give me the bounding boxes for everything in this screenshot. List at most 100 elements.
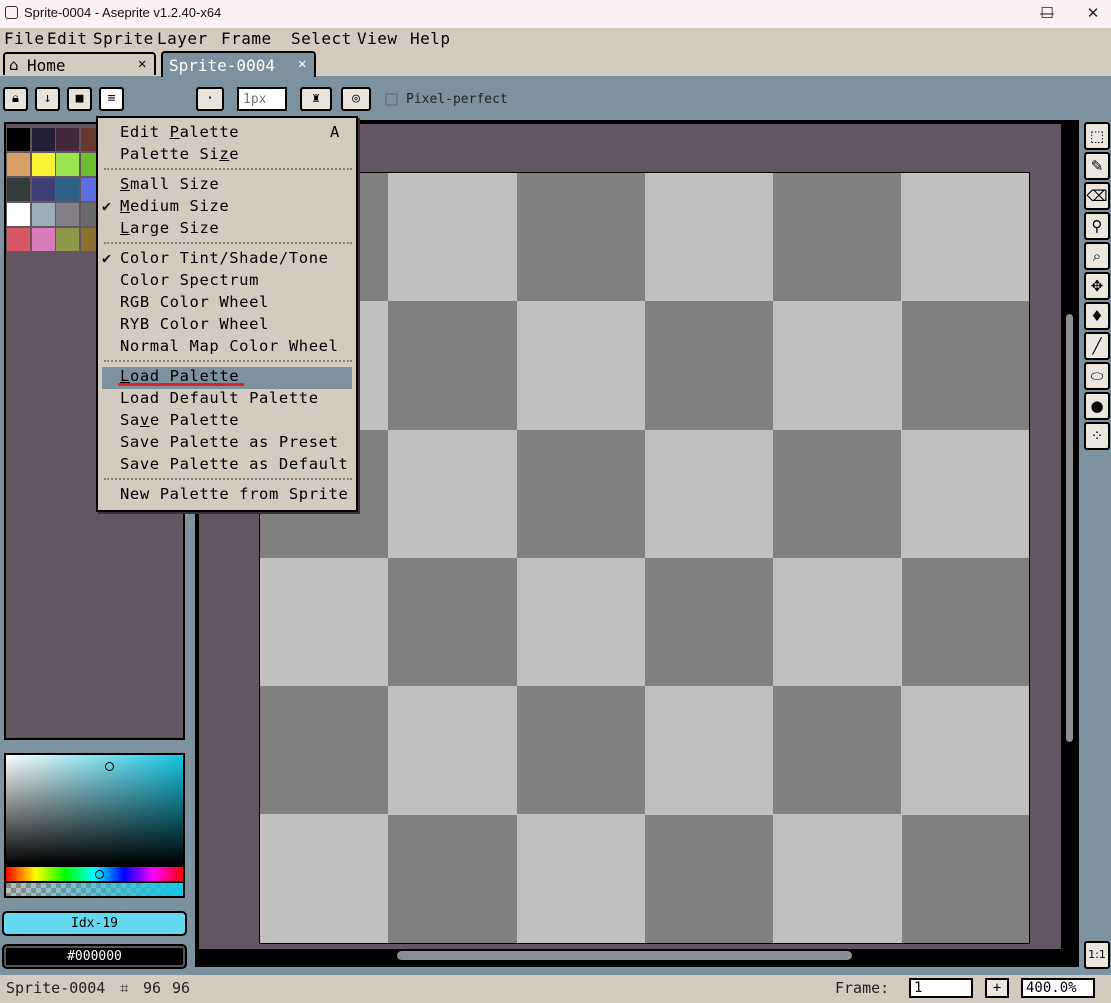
ellipse-tool-button[interactable]: ⬭ [1084, 362, 1110, 390]
spray-icon: ⁘ [1090, 427, 1104, 445]
frame-label: Frame: [835, 979, 890, 997]
close-button[interactable]: ✕ [1070, 0, 1111, 28]
menu-item-save-palette-as-preset[interactable]: Save Palette as Preset [120, 433, 339, 451]
contour-tool-button[interactable]: ● [1084, 392, 1110, 420]
pencil-tool-button[interactable]: ✎ [1084, 152, 1110, 180]
menu-item-load-default-palette[interactable]: Load Default Palette [120, 389, 319, 407]
tab-home[interactable]: ⌂ Home ✕ [3, 52, 156, 75]
alpha-slider[interactable] [4, 883, 185, 898]
menu-separator [104, 168, 352, 170]
palette-swatch[interactable] [31, 178, 55, 201]
palette-swatch[interactable] [7, 178, 30, 201]
palette-swatch[interactable] [7, 228, 30, 251]
tab-sprite-close-icon[interactable]: ✕ [298, 56, 306, 72]
eyedropper-tool-button[interactable]: ⚲ [1084, 212, 1110, 240]
marquee-tool-button[interactable]: ⬚ [1084, 122, 1110, 150]
zoom-reset-button[interactable]: 1:1 [1084, 941, 1110, 969]
menu-separator [104, 242, 352, 244]
palette-swatch[interactable] [56, 153, 79, 176]
menu-view[interactable]: View [357, 29, 398, 48]
zoom-tool-button[interactable]: ⌕ [1084, 242, 1110, 270]
menu-separator [104, 360, 352, 362]
add-frame-button[interactable]: + [985, 978, 1009, 998]
checker-cell [644, 814, 774, 943]
palette-swatch[interactable] [56, 228, 79, 251]
checker-cell [388, 557, 517, 687]
eraser-tool-button[interactable]: ⌫ [1084, 182, 1110, 210]
menu-item-edit-palette[interactable]: Edit Palette [120, 123, 239, 141]
menu-item-new-palette-from-sprite[interactable]: New Palette from Sprite [120, 485, 348, 503]
menu-file[interactable]: File [4, 29, 45, 48]
palette-swatch[interactable] [31, 203, 55, 226]
vertical-scrollbar[interactable] [1066, 314, 1073, 742]
menu-help[interactable]: Help [410, 29, 451, 48]
fill-tool-button[interactable]: ♦ [1084, 302, 1110, 330]
brush-size-input[interactable] [237, 87, 287, 111]
hue-slider[interactable] [4, 867, 185, 883]
palette-options-button[interactable]: ≡ [99, 87, 124, 111]
checkmark-icon: ✔ [102, 249, 112, 267]
menu-item-save-palette-as-default[interactable]: Save Palette as Default [120, 455, 348, 473]
line-tool-button[interactable]: ╱ [1084, 332, 1110, 360]
menu-select[interactable]: Select [291, 29, 352, 48]
sort-palette-button[interactable]: ↓ [35, 87, 60, 111]
menu-shortcut: A [330, 123, 340, 141]
contour-icon: ● [1090, 397, 1104, 415]
palette-swatch[interactable] [31, 128, 55, 151]
menu-item-palette-size[interactable]: Palette Size [120, 145, 239, 163]
ellipse-icon: ⬭ [1090, 367, 1104, 385]
menu-item-save-palette[interactable]: Save Palette [120, 411, 239, 429]
eraser-icon: ⌫ [1086, 187, 1108, 205]
menu-item-medium-size[interactable]: Medium Size [120, 197, 229, 215]
brush-type-button[interactable]: · [196, 87, 224, 111]
background-color-button[interactable]: #000000 [2, 944, 187, 969]
color-spectrum-box[interactable] [4, 753, 185, 867]
menu-item-rgb-color-wheel[interactable]: RGB Color Wheel [120, 293, 269, 311]
move-tool-button[interactable]: ✥ [1084, 272, 1110, 300]
move-icon: ✥ [1090, 277, 1104, 295]
palette-swatch[interactable] [56, 203, 79, 226]
color-picker-handle[interactable] [105, 762, 114, 771]
zoom-input[interactable] [1021, 978, 1095, 998]
tab-home-close-icon[interactable]: ✕ [138, 56, 146, 72]
maximize-icon: ☐ [1040, 4, 1054, 22]
palette-swatch[interactable] [56, 178, 79, 201]
ink-button[interactable]: ♜ [300, 87, 332, 111]
pixel-perfect-checkbox[interactable] [385, 93, 398, 106]
checker-cell [773, 429, 902, 558]
menu-item-color-tint-shade-tone[interactable]: Color Tint/Shade/Tone [120, 249, 329, 267]
menu-frame[interactable]: Frame [221, 29, 272, 48]
target-button[interactable]: ◎ [341, 87, 371, 111]
frame-input[interactable] [909, 978, 973, 998]
blur-tool-button[interactable]: ⁘ [1084, 422, 1110, 450]
presets-button[interactable]: ■ [67, 87, 92, 111]
tab-sprite[interactable]: Sprite-0004 ✕ [161, 51, 316, 77]
arrow-down-icon: ↓ [43, 91, 52, 106]
palette-swatch[interactable] [31, 153, 55, 176]
palette-swatch[interactable] [7, 203, 30, 226]
menu-item-small-size[interactable]: Small Size [120, 175, 219, 193]
hue-handle[interactable] [95, 870, 104, 879]
menu-item-color-spectrum[interactable]: Color Spectrum [120, 271, 259, 289]
marquee-icon: ⬚ [1089, 127, 1105, 145]
menu-item-normal-map-color-wheel[interactable]: Normal Map Color Wheel [120, 337, 339, 355]
lock-palette-button[interactable]: 🔒︎ [3, 87, 28, 111]
horizontal-scrollbar[interactable] [397, 951, 852, 960]
menu-edit[interactable]: Edit [47, 29, 88, 48]
menu-layer[interactable]: Layer [157, 29, 208, 48]
menu-item-ryb-color-wheel[interactable]: RYB Color Wheel [120, 315, 269, 333]
palette-swatch[interactable] [7, 128, 30, 151]
sprite-canvas[interactable] [259, 172, 1030, 944]
palette-swatch[interactable] [31, 228, 55, 251]
checker-cell [644, 557, 774, 687]
palette-swatch[interactable] [56, 128, 79, 151]
checker-cell [901, 814, 1029, 943]
maximize-button[interactable]: ☐ [1024, 0, 1070, 28]
palette-swatch[interactable] [7, 153, 30, 176]
tab-sprite-label: Sprite-0004 [169, 56, 275, 75]
lock-icon: 🔒︎ [12, 91, 19, 106]
foreground-color-button[interactable]: Idx-19 [2, 911, 187, 936]
menu-sprite[interactable]: Sprite [93, 29, 154, 48]
menu-item-large-size[interactable]: Large Size [120, 219, 219, 237]
checker-cell [388, 814, 517, 943]
